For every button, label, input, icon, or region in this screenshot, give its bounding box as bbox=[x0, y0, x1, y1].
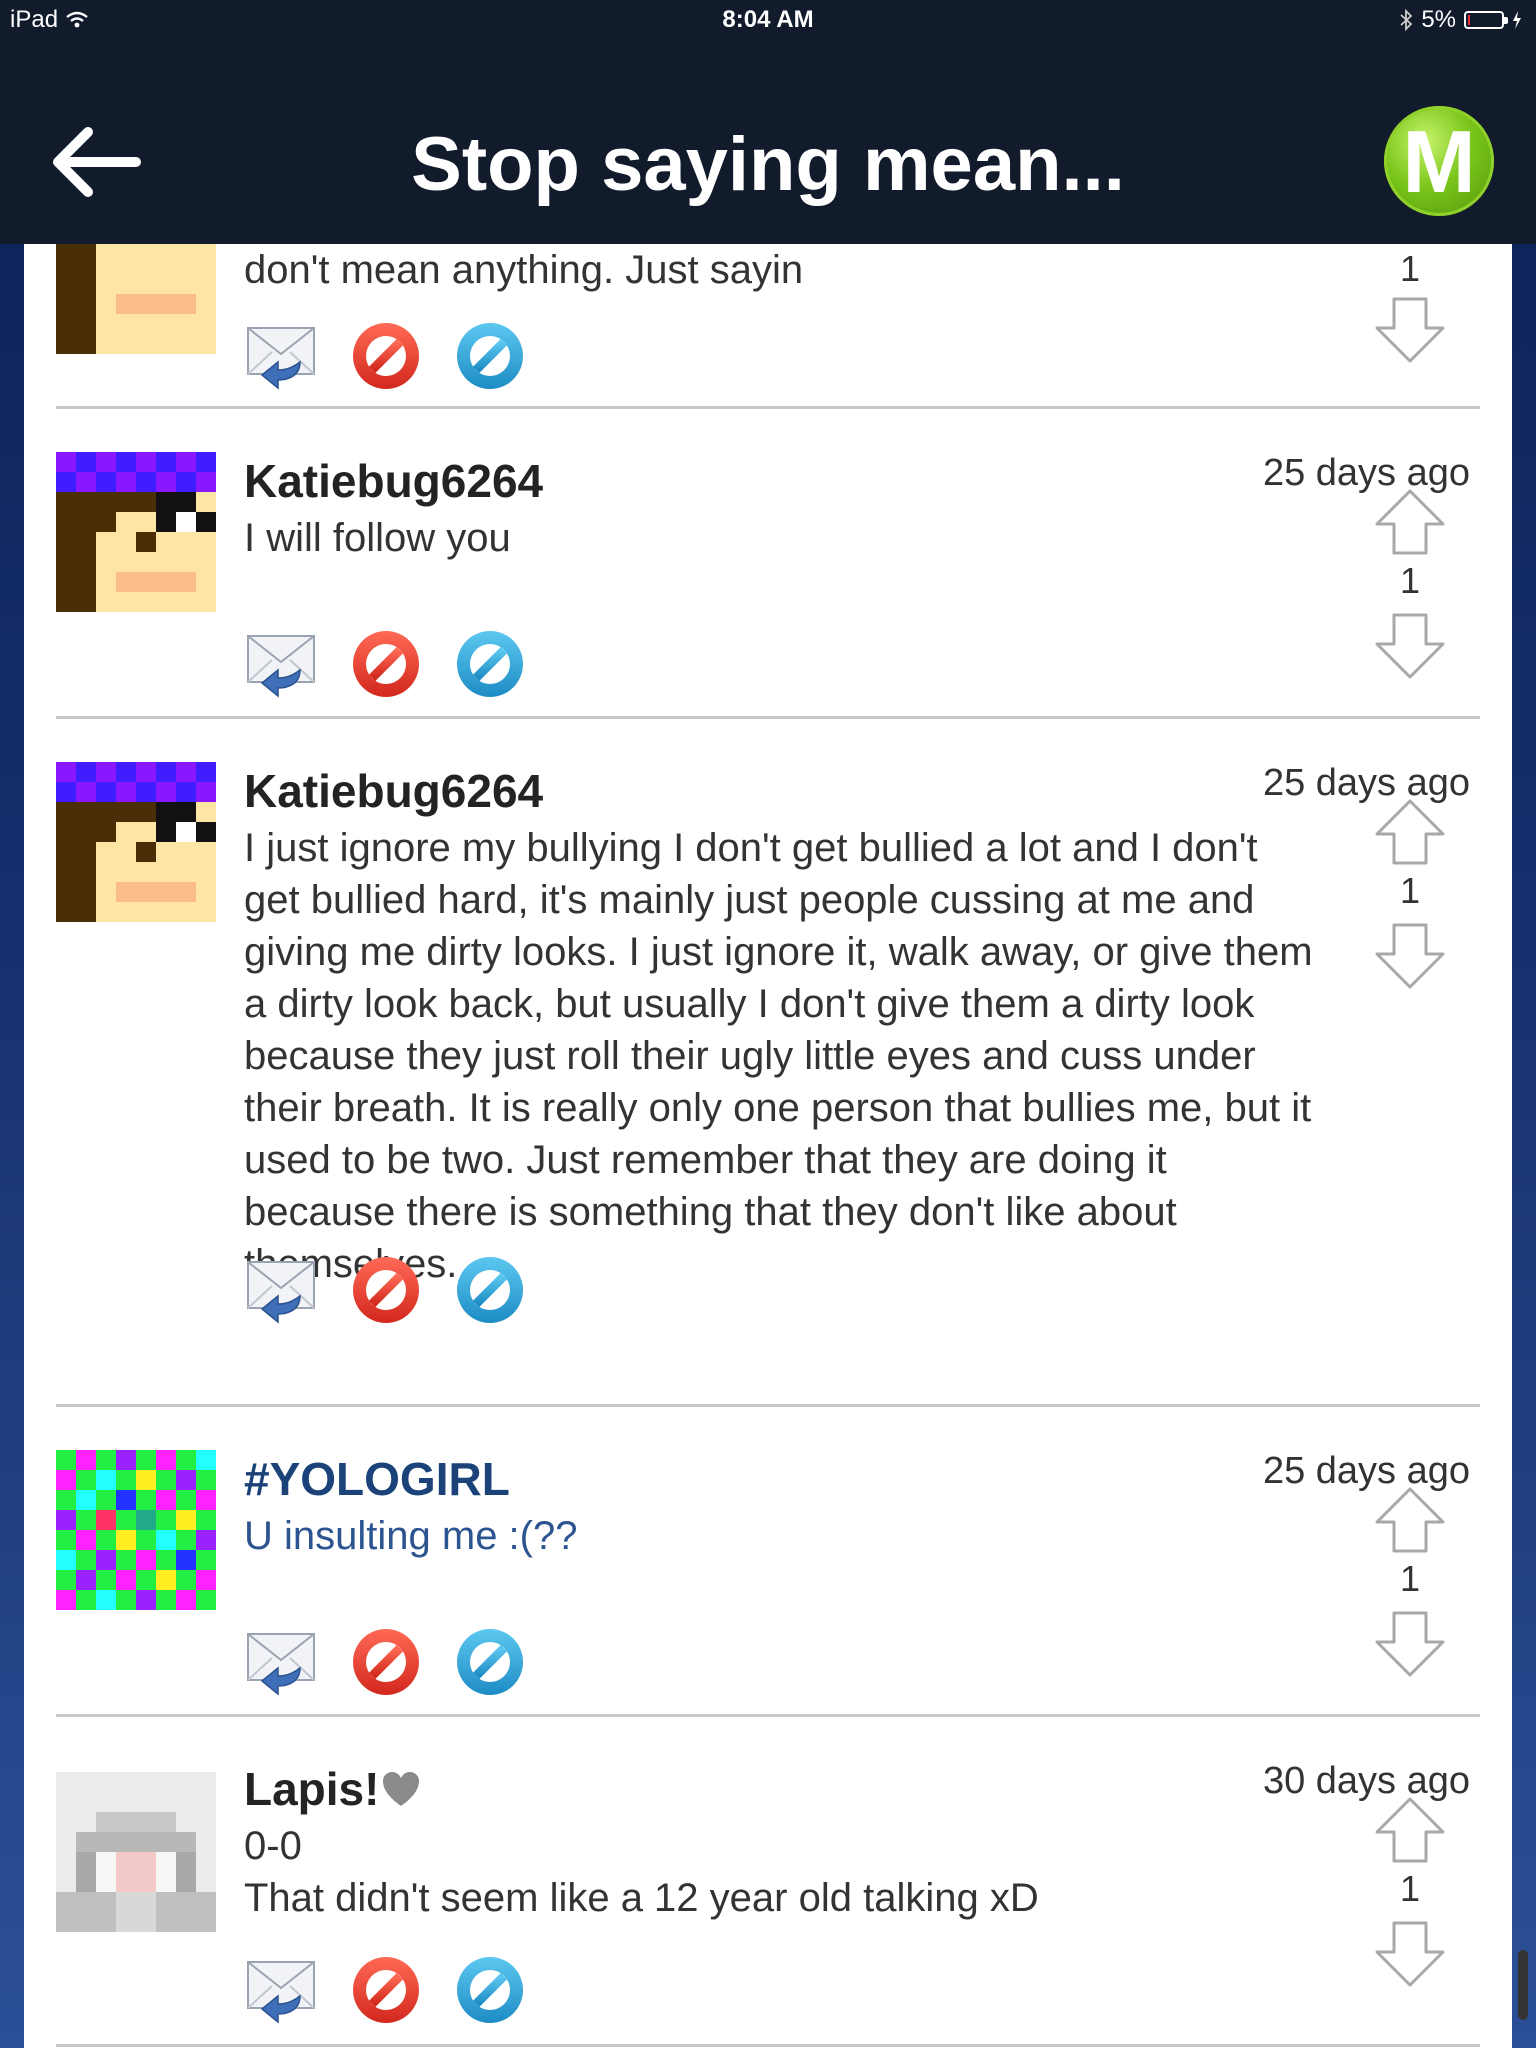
upvote-arrow-icon[interactable] bbox=[1374, 1796, 1446, 1864]
app-logo-icon[interactable]: M bbox=[1384, 106, 1494, 216]
block-red-icon[interactable] bbox=[348, 1952, 424, 2028]
comment-list[interactable]: don't mean anything. Just sayin 1 Katieb… bbox=[24, 244, 1512, 2048]
divider bbox=[56, 2044, 1480, 2047]
vote-count: 1 bbox=[1399, 1868, 1421, 1909]
block-red-icon[interactable] bbox=[348, 1252, 424, 1328]
charging-icon bbox=[1513, 11, 1521, 29]
avatar[interactable] bbox=[56, 1772, 216, 1932]
comment-text-line2: That didn't seem like a 12 year old talk… bbox=[244, 1876, 1039, 1920]
divider bbox=[56, 406, 1480, 409]
comment-text-line1: 0-0 bbox=[244, 1824, 302, 1868]
comment-item: #YOLOGIRL 25 days ago U insulting me :(?… bbox=[56, 1432, 1480, 1712]
divider bbox=[56, 1714, 1480, 1717]
upvote-arrow-icon[interactable] bbox=[1374, 1486, 1446, 1554]
vote-widget: 1 bbox=[1370, 798, 1450, 998]
downvote-arrow-icon[interactable] bbox=[1374, 612, 1446, 680]
bluetooth-icon bbox=[1400, 9, 1413, 31]
comment-actions bbox=[244, 1952, 544, 2028]
block-red-icon[interactable] bbox=[348, 1624, 424, 1700]
vote-count: 1 bbox=[1399, 870, 1421, 911]
block-blue-icon[interactable] bbox=[452, 1952, 528, 2028]
comment-item: Katiebug6264 25 days ago I just ignore m… bbox=[56, 744, 1480, 1324]
comment-item: Katiebug6264 25 days ago I will follow y… bbox=[56, 434, 1480, 714]
comment-actions bbox=[244, 626, 544, 702]
reply-envelope-icon[interactable] bbox=[244, 1624, 320, 1700]
vote-count: 1 bbox=[1399, 560, 1421, 601]
comment-text: I will follow you bbox=[244, 516, 511, 560]
comment-text: I just ignore my bullying I don't get bu… bbox=[244, 826, 1313, 1286]
vote-count: 1 bbox=[1399, 1558, 1421, 1599]
reply-envelope-icon[interactable] bbox=[244, 1252, 320, 1328]
avatar[interactable] bbox=[56, 762, 216, 922]
block-red-icon[interactable] bbox=[348, 318, 424, 394]
battery-percent: 5% bbox=[1421, 6, 1456, 33]
comment-actions bbox=[244, 1624, 544, 1700]
downvote-arrow-icon[interactable] bbox=[1374, 1610, 1446, 1678]
comment-text: U insulting me :(?? bbox=[244, 1514, 578, 1558]
upvote-arrow-icon[interactable] bbox=[1374, 488, 1446, 556]
comment-item: Lapis! 30 days ago 0-0 That didn't seem … bbox=[56, 1742, 1480, 2042]
scrollbar[interactable] bbox=[1518, 1950, 1528, 2020]
status-bar: iPad 8:04 AM 5% bbox=[0, 0, 1536, 44]
nav-bar: Stop saying mean... M bbox=[0, 44, 1536, 244]
block-blue-icon[interactable] bbox=[452, 318, 528, 394]
comment-actions bbox=[244, 1252, 544, 1328]
avatar[interactable] bbox=[56, 1450, 216, 1610]
reply-envelope-icon[interactable] bbox=[244, 318, 320, 394]
block-blue-icon[interactable] bbox=[452, 626, 528, 702]
page-title: Stop saying mean... bbox=[411, 122, 1125, 207]
comment-author[interactable]: Katiebug6264 bbox=[244, 454, 543, 508]
divider bbox=[56, 716, 1480, 719]
block-blue-icon[interactable] bbox=[452, 1624, 528, 1700]
vote-widget: 1 bbox=[1370, 1486, 1450, 1686]
vote-count: 1 bbox=[1399, 248, 1421, 289]
comment-author: Lapis! bbox=[244, 1763, 380, 1815]
comment-author-wrap[interactable]: Lapis! bbox=[244, 1762, 421, 1816]
status-time: 8:04 AM bbox=[722, 6, 814, 33]
downvote-arrow-icon[interactable] bbox=[1374, 296, 1446, 364]
heart-icon bbox=[383, 1772, 420, 1806]
downvote-arrow-icon[interactable] bbox=[1374, 922, 1446, 990]
block-red-icon[interactable] bbox=[348, 626, 424, 702]
vote-widget: 1 bbox=[1370, 244, 1450, 374]
reply-envelope-icon[interactable] bbox=[244, 1952, 320, 2028]
avatar[interactable] bbox=[56, 452, 216, 612]
comment-item: don't mean anything. Just sayin 1 bbox=[56, 244, 1480, 404]
comment-text: don't mean anything. Just sayin bbox=[244, 248, 804, 292]
comment-author[interactable]: Katiebug6264 bbox=[244, 764, 543, 818]
battery-icon bbox=[1464, 11, 1508, 29]
upvote-arrow-icon[interactable] bbox=[1374, 798, 1446, 866]
avatar[interactable] bbox=[56, 244, 216, 354]
block-blue-icon[interactable] bbox=[452, 1252, 528, 1328]
downvote-arrow-icon[interactable] bbox=[1374, 1920, 1446, 1988]
comment-actions bbox=[244, 318, 544, 394]
reply-envelope-icon[interactable] bbox=[244, 626, 320, 702]
status-right: 5% bbox=[1399, 6, 1522, 34]
vote-widget: 1 bbox=[1370, 1796, 1450, 1996]
comment-author[interactable]: #YOLOGIRL bbox=[244, 1452, 510, 1506]
vote-widget: 1 bbox=[1370, 488, 1450, 688]
logo-letter: M bbox=[1402, 112, 1476, 211]
divider bbox=[56, 1404, 1480, 1407]
